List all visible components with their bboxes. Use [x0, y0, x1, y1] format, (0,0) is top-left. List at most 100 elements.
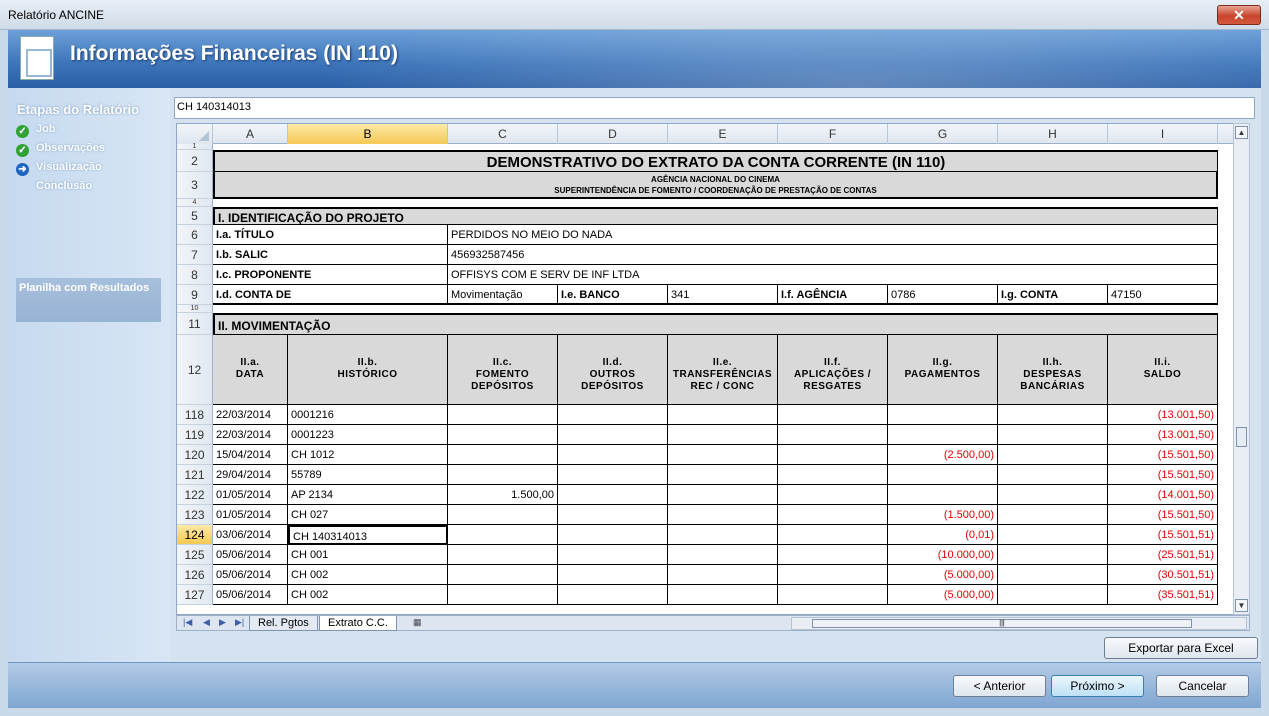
next-button[interactable]: Próximo >	[1051, 675, 1144, 697]
row-header-122[interactable]: 122	[177, 485, 213, 505]
cell-fom[interactable]	[448, 405, 558, 425]
cell-fom[interactable]	[448, 585, 558, 605]
last-sheet-icon[interactable]: ▶|	[235, 617, 244, 628]
cancel-button[interactable]: Cancelar	[1156, 675, 1249, 697]
value-banco[interactable]: 341	[668, 285, 778, 305]
cell-pag[interactable]: (0,01)	[888, 525, 998, 545]
select-all-corner[interactable]	[177, 124, 213, 144]
cell-outros[interactable]	[558, 545, 668, 565]
column-header-e[interactable]: E	[668, 124, 778, 144]
row-header-2[interactable]: 2	[177, 150, 213, 172]
cell-hist[interactable]: 0001223	[288, 425, 448, 445]
cell-hist[interactable]: 0001216	[288, 405, 448, 425]
cell-outros[interactable]	[558, 565, 668, 585]
cell-aplic[interactable]	[778, 585, 888, 605]
cell-aplic[interactable]	[778, 565, 888, 585]
cell-fom[interactable]	[448, 505, 558, 525]
label-conta[interactable]: I.g. CONTA	[998, 285, 1108, 305]
column-header-f[interactable]: F	[778, 124, 888, 144]
cell-hist[interactable]: CH 002	[288, 565, 448, 585]
cell-saldo[interactable]: (15.501,51)	[1108, 525, 1218, 545]
cell-transf[interactable]	[668, 525, 778, 545]
next-sheet-icon[interactable]: ▶	[219, 617, 226, 628]
label-conta-de[interactable]: I.d. CONTA DE	[213, 285, 448, 305]
cell-transf[interactable]	[668, 585, 778, 605]
cell-date[interactable]: 22/03/2014	[213, 425, 288, 445]
row-header-8[interactable]: 8	[177, 265, 213, 285]
column-title[interactable]: II.f. APLICAÇÕES / RESGATES	[778, 335, 888, 405]
cell-hist[interactable]: CH 002	[288, 585, 448, 605]
report-title[interactable]: DEMONSTRATIVO DO EXTRATO DA CONTA CORREN…	[213, 150, 1218, 172]
cell-fom[interactable]: 1.500,00	[448, 485, 558, 505]
cell-aplic[interactable]	[778, 545, 888, 565]
cell-transf[interactable]	[668, 565, 778, 585]
column-title[interactable]: II.g. PAGAMENTOS	[888, 335, 998, 405]
cell-hist[interactable]: CH 027	[288, 505, 448, 525]
cell-pag[interactable]	[888, 405, 998, 425]
cell-desp[interactable]	[998, 525, 1108, 545]
column-header-a[interactable]: A	[213, 124, 288, 144]
cell-saldo[interactable]: (30.501,51)	[1108, 565, 1218, 585]
cell-hist[interactable]: CH 1012	[288, 445, 448, 465]
cell-date[interactable]: 01/05/2014	[213, 485, 288, 505]
cell-date[interactable]: 01/05/2014	[213, 505, 288, 525]
cell-fom[interactable]	[448, 525, 558, 545]
cell-transf[interactable]	[668, 545, 778, 565]
cell-desp[interactable]	[998, 565, 1108, 585]
cell-outros[interactable]	[558, 405, 668, 425]
scroll-down-icon[interactable]: ▼	[1235, 599, 1248, 612]
label-banco[interactable]: I.e. BANCO	[558, 285, 668, 305]
formula-bar[interactable]: CH 140314013	[174, 97, 1255, 119]
cell-pag[interactable]	[888, 425, 998, 445]
cell-outros[interactable]	[558, 505, 668, 525]
cell-outros[interactable]	[558, 445, 668, 465]
cell-pag[interactable]	[888, 485, 998, 505]
value-salic[interactable]: 456932587456	[448, 245, 1218, 265]
column-header-g[interactable]: G	[888, 124, 998, 144]
sheet-tab-extrato[interactable]: Extrato C.C.	[319, 616, 397, 631]
prev-sheet-icon[interactable]: ◀	[203, 617, 210, 628]
column-header-b[interactable]: B	[288, 124, 448, 144]
label-proponente[interactable]: I.c. PROPONENTE	[213, 265, 448, 285]
row-header-124[interactable]: 124	[177, 525, 213, 545]
active-cell[interactable]: CH 140314013	[288, 525, 448, 545]
cell-desp[interactable]	[998, 485, 1108, 505]
cell-saldo[interactable]: (35.501,51)	[1108, 585, 1218, 605]
cell-saldo[interactable]: (15.501,50)	[1108, 505, 1218, 525]
cell-saldo[interactable]: (14.001,50)	[1108, 485, 1218, 505]
row-header-120[interactable]: 120	[177, 445, 213, 465]
row-header-6[interactable]: 6	[177, 225, 213, 245]
first-sheet-icon[interactable]: |◀	[183, 617, 192, 628]
cell-transf[interactable]	[668, 405, 778, 425]
cell-aplic[interactable]	[778, 445, 888, 465]
row-header-126[interactable]: 126	[177, 565, 213, 585]
row-header-127[interactable]: 127	[177, 585, 213, 605]
cell-transf[interactable]	[668, 445, 778, 465]
back-button[interactable]: < Anterior	[953, 675, 1046, 697]
column-title[interactable]: II.i. SALDO	[1108, 335, 1218, 405]
column-title[interactable]: II.c. FOMENTO DEPÓSITOS	[448, 335, 558, 405]
row-header-121[interactable]: 121	[177, 465, 213, 485]
cell-outros[interactable]	[558, 585, 668, 605]
cell-desp[interactable]	[998, 425, 1108, 445]
sheet-tab-rel-pgtos[interactable]: Rel. Pgtos	[249, 616, 318, 631]
scroll-thumb-horizontal[interactable]: |||	[812, 619, 1192, 628]
column-header-i[interactable]: I	[1108, 124, 1218, 144]
scroll-thumb[interactable]	[1236, 427, 1247, 447]
cell-date[interactable]: 22/03/2014	[213, 405, 288, 425]
cell-date[interactable]: 05/06/2014	[213, 565, 288, 585]
label-titulo[interactable]: I.a. TÍTULO	[213, 225, 448, 245]
row-header-125[interactable]: 125	[177, 545, 213, 565]
row-header-11[interactable]: 11	[177, 313, 213, 335]
step-conclusao[interactable]: Conclusão	[16, 180, 92, 196]
cell-saldo[interactable]: (13.001,50)	[1108, 405, 1218, 425]
cell-outros[interactable]	[558, 485, 668, 505]
cell-hist[interactable]: AP 2134	[288, 485, 448, 505]
label-agencia[interactable]: I.f. AGÊNCIA	[778, 285, 888, 305]
row-header-10[interactable]: 10	[177, 305, 213, 313]
row-header-12[interactable]: 12	[177, 335, 213, 405]
column-title[interactable]: II.d. OUTROS DEPÓSITOS	[558, 335, 668, 405]
cell-pag[interactable]: (5.000,00)	[888, 585, 998, 605]
value-proponente[interactable]: OFFISYS COM E SERV DE INF LTDA	[448, 265, 1218, 285]
cell-desp[interactable]	[998, 505, 1108, 525]
